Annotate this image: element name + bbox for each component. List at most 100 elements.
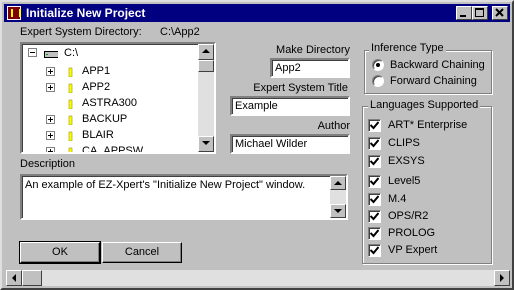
ok-button[interactable]: OK (19, 241, 101, 264)
arrow-down-icon (202, 141, 210, 145)
scroll-right-button[interactable] (494, 270, 510, 286)
language-label[interactable]: M.4 (388, 193, 406, 205)
tree-root[interactable]: C:\ (64, 47, 78, 59)
language-option[interactable]: OPS/R2 (368, 210, 486, 224)
tree-item-label: CA_APPSW (82, 145, 144, 154)
scroll-left-button[interactable] (6, 270, 22, 286)
expand-icon[interactable] (46, 67, 55, 76)
maximize-button[interactable] (472, 6, 488, 20)
language-checkbox[interactable] (368, 244, 381, 257)
arrow-left-icon (12, 274, 16, 282)
language-checkbox[interactable] (368, 227, 381, 240)
scroll-up-button[interactable] (198, 44, 214, 60)
language-option[interactable]: Level5 (368, 175, 486, 189)
checkmark-icon (370, 121, 379, 130)
checkmark-icon (370, 229, 379, 238)
maximize-icon (475, 8, 484, 17)
tree-item[interactable]: BACKUP (22, 112, 198, 128)
scroll-down-button[interactable] (330, 204, 346, 218)
checkmark-icon (370, 157, 379, 166)
language-label[interactable]: Level5 (388, 175, 420, 187)
hscroll-thumb[interactable] (22, 270, 42, 286)
make-directory-input[interactable]: App2 (270, 58, 350, 78)
drive-icon (44, 51, 58, 58)
forward-chaining-radio[interactable] (372, 75, 384, 87)
window-hscrollbar[interactable] (6, 270, 510, 286)
tree-item[interactable]: ASTRA300 (22, 96, 198, 112)
folder-icon (68, 131, 73, 141)
forward-chaining-label[interactable]: Forward Chaining (390, 75, 477, 87)
language-label[interactable]: OPS/R2 (388, 210, 428, 222)
language-option[interactable]: EXSYS (368, 155, 486, 169)
scroll-down-button[interactable] (198, 136, 214, 152)
language-option[interactable]: VP Expert (368, 244, 486, 258)
expand-icon[interactable] (46, 115, 55, 124)
tree-item-label: BACKUP (82, 113, 128, 125)
scroll-up-button[interactable] (330, 176, 346, 190)
folder-icon (68, 99, 73, 109)
language-checkbox[interactable] (368, 155, 381, 168)
expand-icon[interactable] (46, 147, 55, 152)
language-checkbox[interactable] (368, 193, 381, 206)
language-label[interactable]: PROLOG (388, 227, 435, 239)
language-label[interactable]: CLIPS (388, 137, 420, 149)
checkmark-icon (370, 177, 379, 186)
close-button[interactable] (492, 6, 508, 20)
tree-item-label: APP1 (82, 65, 111, 77)
arrow-right-icon (500, 274, 504, 282)
directory-tree[interactable]: C:\ APP1 APP2 ASTRA300 BACKUP BLAIR CA_A… (20, 42, 216, 154)
language-checkbox[interactable] (368, 210, 381, 223)
inference-type-group (364, 50, 492, 94)
arrow-up-icon (202, 49, 210, 53)
close-icon (495, 8, 504, 17)
make-directory-label: Make Directory (276, 44, 350, 56)
tree-item[interactable]: BLAIR (22, 128, 198, 144)
tree-scrollbar[interactable] (198, 44, 214, 152)
tree-item[interactable]: APP1 (22, 64, 198, 80)
language-option[interactable]: M.4 (368, 193, 486, 207)
tree-item-label: APP2 (82, 81, 111, 93)
language-label[interactable]: VP Expert (388, 244, 437, 256)
expand-icon[interactable] (46, 131, 55, 140)
tree-item-label: ASTRA300 (82, 97, 138, 109)
author-label: Author (317, 120, 350, 132)
description-label: Description (20, 158, 76, 170)
language-option[interactable]: PROLOG (368, 227, 486, 241)
description-scrollbar[interactable] (330, 176, 346, 218)
expert-title-label: Expert System Title (253, 82, 348, 94)
scroll-thumb[interactable] (198, 60, 214, 72)
checkmark-icon (370, 246, 379, 255)
tree-item-label: BLAIR (82, 129, 114, 141)
collapse-icon[interactable] (28, 48, 37, 57)
backward-chaining-radio[interactable] (372, 59, 384, 71)
cancel-button[interactable]: Cancel (102, 242, 182, 263)
expand-icon[interactable] (46, 83, 55, 92)
minimize-icon (460, 15, 466, 17)
tree-item[interactable]: CA_APPSW (22, 144, 198, 154)
arrow-up-icon (334, 181, 342, 185)
language-option[interactable]: CLIPS (368, 137, 486, 151)
backward-chaining-label[interactable]: Backward Chaining (390, 59, 485, 71)
language-checkbox[interactable] (368, 119, 381, 132)
language-label[interactable]: ART* Enterprise (388, 119, 467, 131)
author-input[interactable]: Michael Wilder (230, 134, 350, 154)
project-window: Initialize New Project Expert System Dir… (0, 0, 514, 290)
tree-item[interactable]: APP2 (22, 80, 198, 96)
description-textarea[interactable]: An example of EZ-Xpert's "Initialize New… (20, 174, 348, 220)
language-label[interactable]: EXSYS (388, 155, 425, 167)
app-icon (7, 6, 21, 20)
expert-dir-label: Expert System Directory: (20, 26, 142, 38)
expert-title-input[interactable]: Example (230, 96, 350, 116)
languages-label: Languages Supported (368, 99, 481, 111)
language-checkbox[interactable] (368, 137, 381, 150)
minimize-button[interactable] (456, 6, 472, 20)
language-checkbox[interactable] (368, 175, 381, 188)
window-title: Initialize New Project (26, 6, 146, 20)
folder-icon (68, 83, 73, 93)
description-text: An example of EZ-Xpert's "Initialize New… (25, 179, 306, 191)
arrow-down-icon (334, 209, 342, 213)
expert-dir-value: C:\App2 (160, 26, 200, 38)
language-option[interactable]: ART* Enterprise (368, 119, 486, 133)
title-bar[interactable]: Initialize New Project (4, 4, 510, 22)
checkmark-icon (370, 139, 379, 148)
